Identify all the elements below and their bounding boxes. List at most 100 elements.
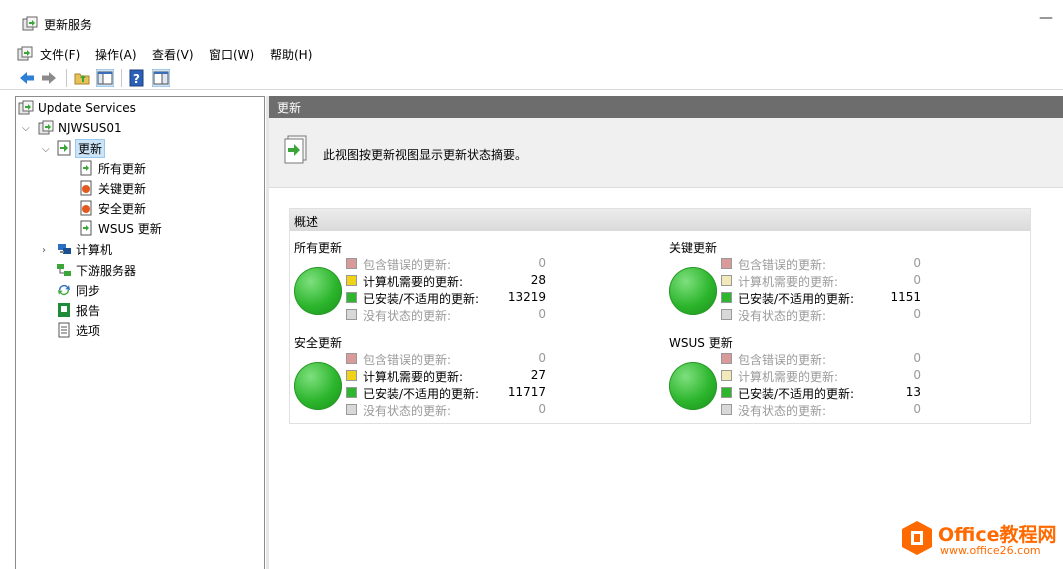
status-label[interactable]: 包含错误的更新:: [738, 256, 826, 273]
status-label[interactable]: 计算机需要的更新:: [363, 273, 463, 290]
status-row: 计算机需要的更新: 0: [721, 272, 921, 289]
overview-panel: 概述 所有更新 包含错误的更新: 0 计算机需要的更新: 28 已安装/不适用的更新…: [289, 208, 1031, 424]
status-value: 0: [913, 351, 921, 365]
status-label[interactable]: 没有状态的更新:: [363, 307, 451, 324]
status-label[interactable]: 已安装/不适用的更新:: [363, 290, 479, 307]
status-label[interactable]: 计算机需要的更新:: [363, 368, 463, 385]
tree-item-downstream-servers[interactable]: 下游服务器: [56, 261, 136, 279]
legend-swatch: [346, 309, 357, 320]
legend-swatch: [721, 404, 732, 415]
forward-arrow-icon[interactable]: [40, 69, 58, 87]
menu-action[interactable]: 操作(A): [95, 46, 137, 63]
status-pie: [294, 267, 342, 315]
tree-item-critical-updates[interactable]: 关键更新: [78, 179, 146, 197]
legend-swatch: [721, 258, 732, 269]
watermark-title: Office教程网: [938, 524, 1057, 546]
status-label[interactable]: 计算机需要的更新:: [738, 368, 838, 385]
status-pie: [669, 267, 717, 315]
tree-item-label: 选项: [76, 323, 101, 338]
status-value: 0: [913, 402, 921, 416]
sync-icon: [58, 285, 70, 295]
status-row: 已安装/不适用的更新: 11717: [346, 384, 546, 401]
status-pie: [669, 362, 717, 410]
group-title[interactable]: 所有更新: [294, 239, 342, 256]
security-update-icon: [80, 200, 92, 216]
status-row: 包含错误的更新: 0: [346, 350, 546, 367]
tree-item-synchronizations[interactable]: 同步: [56, 281, 100, 299]
tree-item-label: 安全更新: [98, 201, 147, 216]
status-label[interactable]: 计算机需要的更新:: [738, 273, 838, 290]
status-label[interactable]: 没有状态的更新:: [738, 402, 826, 419]
status-label[interactable]: 已安装/不适用的更新:: [738, 290, 854, 307]
tree-item-server[interactable]: NJWSUS01: [38, 119, 122, 137]
up-folder-icon[interactable]: [73, 69, 91, 87]
status-group-wsus-updates: WSUS 更新 包含错误的更新: 0 计算机需要的更新: 0 已安装/不适用的更新:…: [669, 334, 1029, 424]
status-value: 0: [538, 402, 546, 416]
chevron-down-icon[interactable]: ⌵: [22, 123, 32, 134]
tree-item-computers[interactable]: 计算机: [56, 240, 112, 258]
legend-swatch: [346, 404, 357, 415]
status-value: 0: [913, 273, 921, 287]
tree-item-label: 报告: [76, 303, 101, 318]
status-label[interactable]: 已安装/不适用的更新:: [363, 385, 479, 402]
chevron-right-icon[interactable]: ›: [42, 245, 52, 256]
svg-text:?: ?: [133, 72, 140, 86]
show-hide-tree-icon[interactable]: [96, 69, 114, 87]
legend-swatch: [346, 353, 357, 364]
tree-item-label: Update Services: [38, 101, 136, 115]
status-row: 没有状态的更新: 0: [721, 401, 921, 418]
group-title[interactable]: WSUS 更新: [669, 334, 733, 351]
menu-help[interactable]: 帮助(H): [270, 46, 312, 63]
status-label[interactable]: 已安装/不适用的更新:: [738, 385, 854, 402]
legend-swatch: [721, 353, 732, 364]
menu-window[interactable]: 窗口(W): [209, 46, 254, 63]
status-row: 没有状态的更新: 0: [346, 306, 546, 323]
status-label[interactable]: 包含错误的更新:: [363, 351, 451, 368]
update-document-icon: [80, 160, 92, 176]
status-value: 27: [530, 368, 546, 382]
legend-swatch: [346, 292, 357, 303]
reports-icon: [58, 303, 70, 317]
tree-item-label: 更新: [74, 138, 106, 158]
action-pane-icon[interactable]: [152, 69, 170, 87]
tree-item-options[interactable]: 选项: [56, 321, 100, 339]
tree-item-all-updates[interactable]: 所有更新: [78, 159, 146, 177]
menu-view[interactable]: 查看(V): [152, 46, 194, 63]
office-logo-icon: [902, 521, 932, 555]
status-label[interactable]: 包含错误的更新:: [363, 256, 451, 273]
group-title[interactable]: 安全更新: [294, 334, 342, 351]
wsus-menu-icon[interactable]: [17, 46, 33, 62]
tree-item-label: NJWSUS01: [58, 121, 122, 135]
group-title[interactable]: 关键更新: [669, 239, 717, 256]
tree-item-updates[interactable]: 更新: [56, 138, 106, 158]
tree-item-wsus-updates[interactable]: WSUS 更新: [78, 219, 162, 237]
menu-bar: 文件(F) 操作(A) 查看(V) 窗口(W) 帮助(H): [0, 44, 1063, 64]
wsus-app-icon: [22, 16, 38, 31]
menu-file[interactable]: 文件(F): [40, 46, 80, 63]
content-header: 更新: [269, 96, 1063, 118]
toolbar: ?: [0, 66, 1063, 90]
status-label[interactable]: 没有状态的更新:: [738, 307, 826, 324]
status-value: 13: [905, 385, 921, 399]
status-pie: [294, 362, 342, 410]
status-label[interactable]: 包含错误的更新:: [738, 351, 826, 368]
tree-item-security-updates[interactable]: 安全更新: [78, 199, 146, 217]
tree-item-label: 所有更新: [98, 161, 147, 176]
minimize-button[interactable]: —: [1039, 10, 1053, 26]
title-bar: 更新服务 —: [0, 0, 1063, 44]
chevron-down-icon[interactable]: ⌵: [42, 144, 52, 155]
tree-item-label: WSUS 更新: [98, 221, 162, 236]
tree-item-label: 下游服务器: [76, 263, 137, 278]
tree-item-label: 同步: [76, 283, 101, 298]
legend-swatch: [346, 387, 357, 398]
back-arrow-icon[interactable]: [18, 69, 36, 87]
tree-item-label: 计算机: [76, 242, 113, 257]
tree-item-update-services[interactable]: Update Services: [18, 99, 136, 117]
legend-swatch: [346, 370, 357, 381]
legend-swatch: [346, 258, 357, 269]
help-icon[interactable]: ?: [128, 69, 146, 87]
tree-item-reports[interactable]: 报告: [56, 301, 100, 319]
tree-item-label: 关键更新: [98, 181, 147, 196]
status-value: 28: [530, 273, 546, 287]
status-label[interactable]: 没有状态的更新:: [363, 402, 451, 419]
